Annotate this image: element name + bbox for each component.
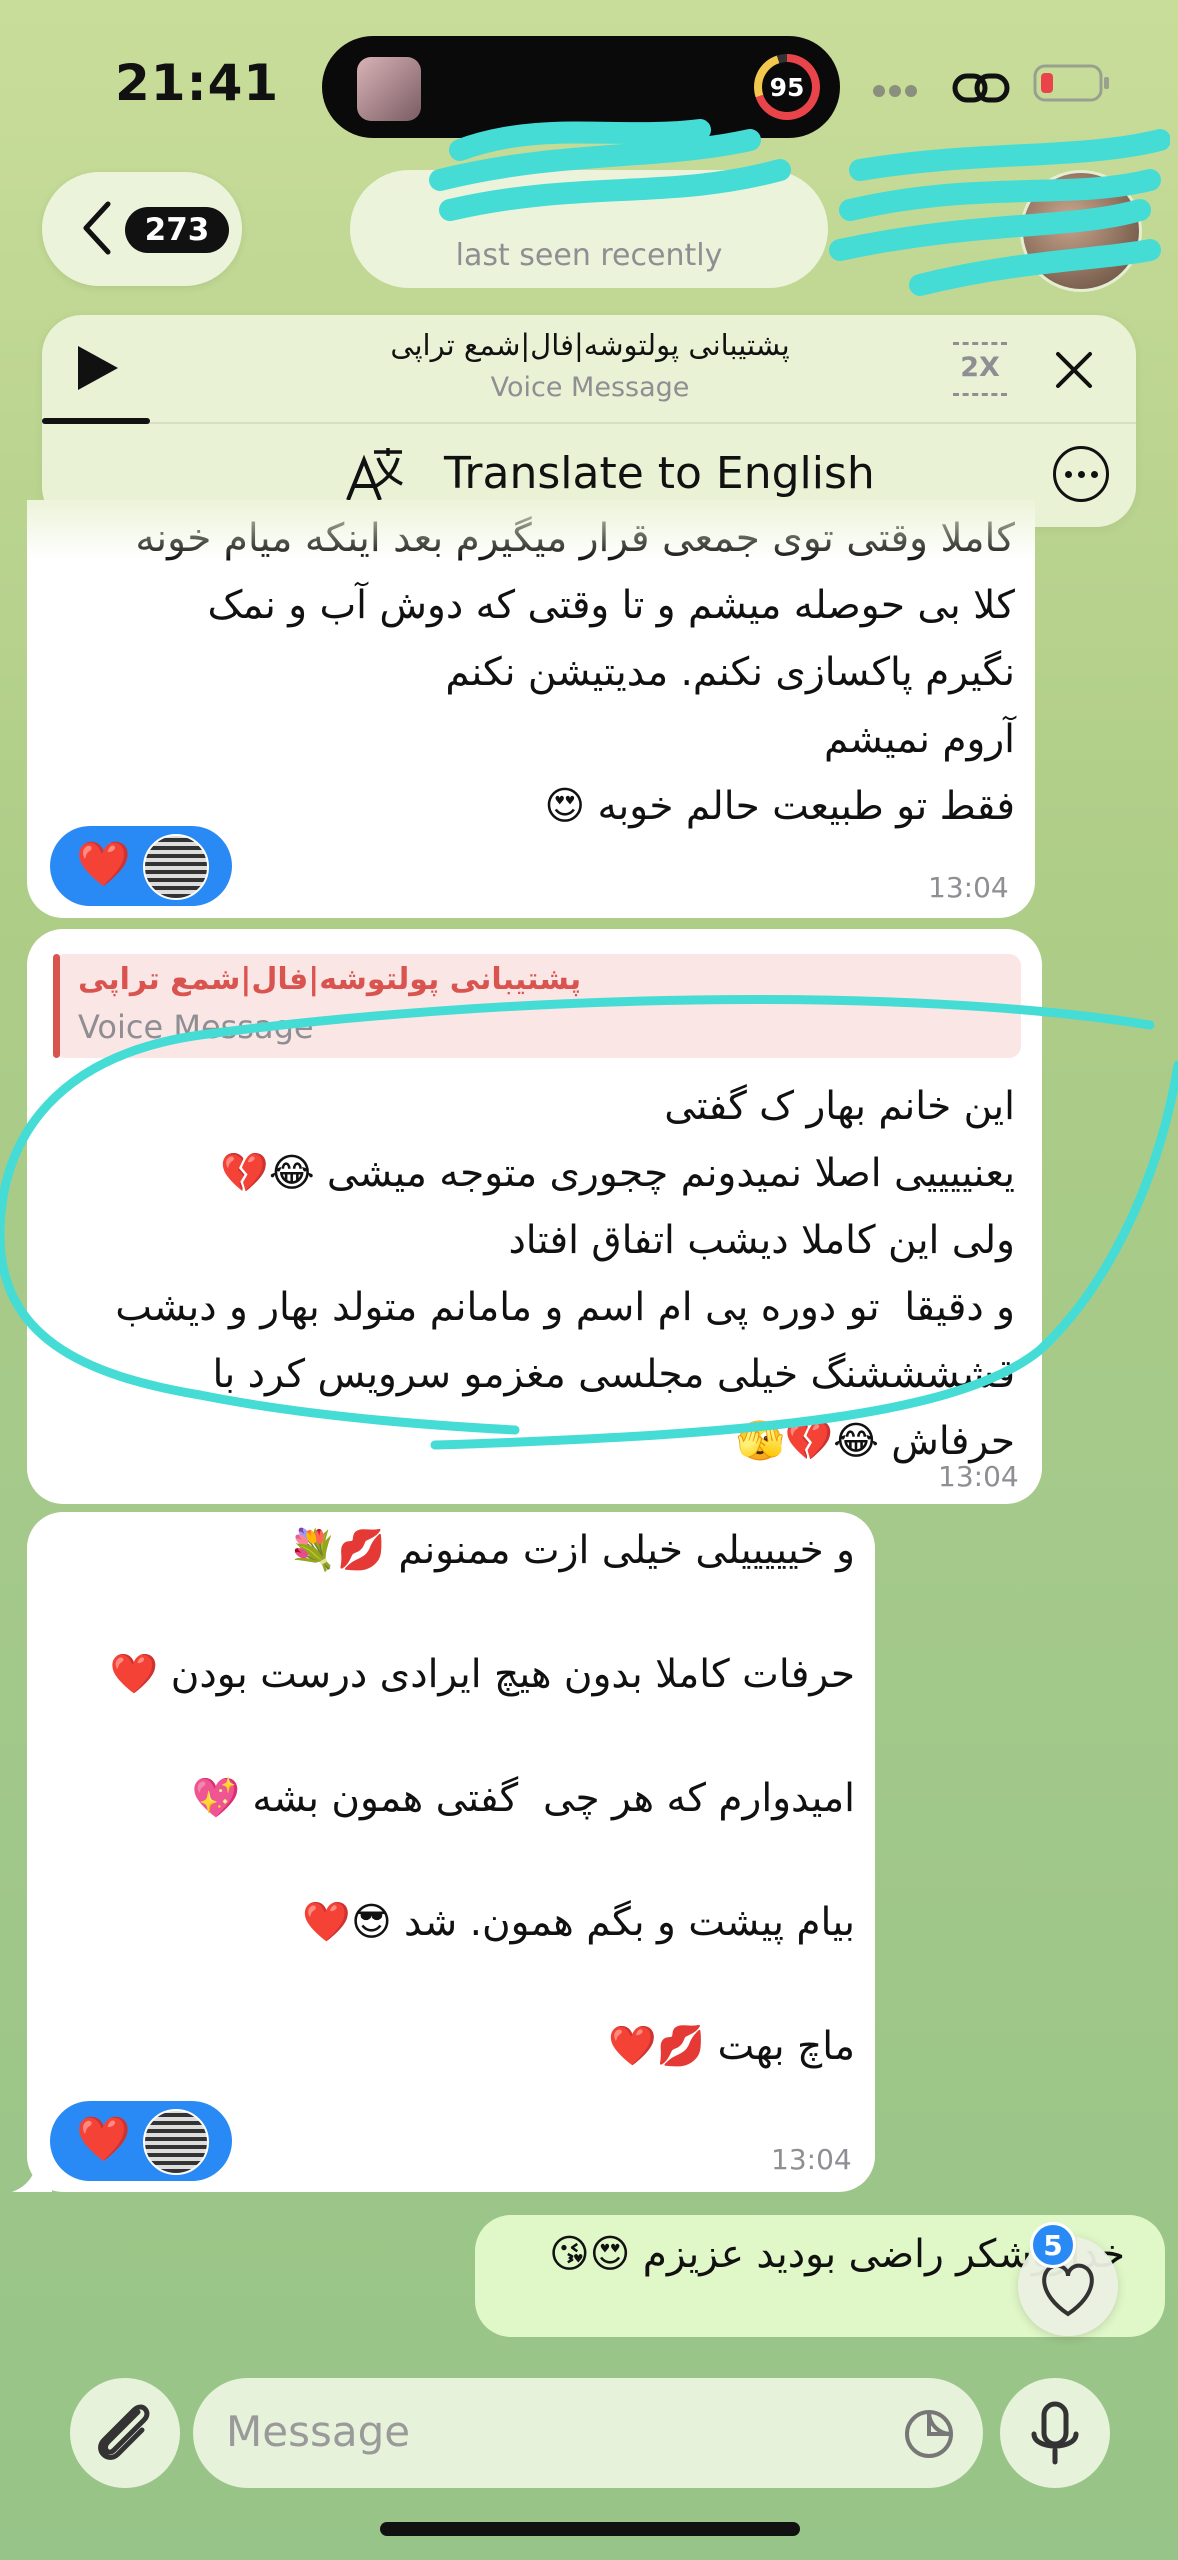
attach-button[interactable]	[70, 2378, 180, 2488]
reactor-avatar	[143, 834, 209, 900]
last-seen-status: last seen recently	[455, 238, 723, 273]
close-icon[interactable]	[1052, 348, 1096, 392]
reply-title: پشتیبانی پولتوشه|فال|شمع تراپی	[78, 962, 582, 997]
unread-count-badge: 273	[125, 207, 229, 253]
reactor-avatar	[143, 2109, 209, 2175]
home-indicator[interactable]	[380, 2522, 800, 2536]
message-text: و خیییییلی خیلی ازت ممنونم 💋💐 حرفات کامل…	[109, 1528, 855, 2069]
message-time: 13:04	[771, 2143, 852, 2176]
translate-icon	[346, 448, 403, 501]
reply-accent-bar	[53, 954, 60, 1058]
player-title: پشتیبانی پولتوشه|فال|شمع تراپی	[390, 328, 790, 362]
battery-icon	[1033, 64, 1109, 102]
voice-record-button[interactable]	[1000, 2378, 1110, 2488]
reaction-count-badge: 5	[1030, 2222, 1076, 2268]
playback-speed-button[interactable]: 2X	[953, 342, 1007, 396]
translate-button[interactable]: Translate to English	[444, 448, 875, 499]
status-time: 21:41	[115, 54, 280, 112]
heart-reaction-icon: ❤️	[76, 839, 131, 890]
message-text: این خانم بهار ک گفتی یعنییییی اصلا نمیدو…	[115, 1084, 1015, 1464]
chevron-left-icon	[83, 201, 111, 255]
message-time: 13:04	[938, 1460, 1019, 1493]
live-activity-thumbnail[interactable]	[357, 57, 421, 121]
reply-subtitle: Voice Message	[78, 1008, 314, 1046]
bubble-tail	[12, 2160, 52, 2192]
header-overlap-fade	[27, 500, 1035, 560]
sticker-icon[interactable]	[903, 2408, 955, 2460]
play-icon[interactable]	[74, 344, 120, 392]
contact-avatar[interactable]	[1020, 170, 1142, 292]
more-options-button[interactable]	[1053, 446, 1109, 502]
player-divider	[42, 422, 1136, 424]
player-subtitle: Voice Message	[490, 372, 690, 403]
message-input-placeholder: Message	[226, 2407, 411, 2456]
link-icon	[952, 73, 1010, 103]
microphone-icon	[1031, 2401, 1079, 2465]
playback-progress[interactable]	[42, 418, 150, 424]
signal-icon	[873, 82, 933, 97]
heart-reaction-icon: ❤️	[76, 2114, 131, 2165]
activity-ring-value: 95	[762, 62, 812, 112]
message-time: 13:04	[928, 871, 1009, 904]
paperclip-icon	[98, 2404, 150, 2460]
